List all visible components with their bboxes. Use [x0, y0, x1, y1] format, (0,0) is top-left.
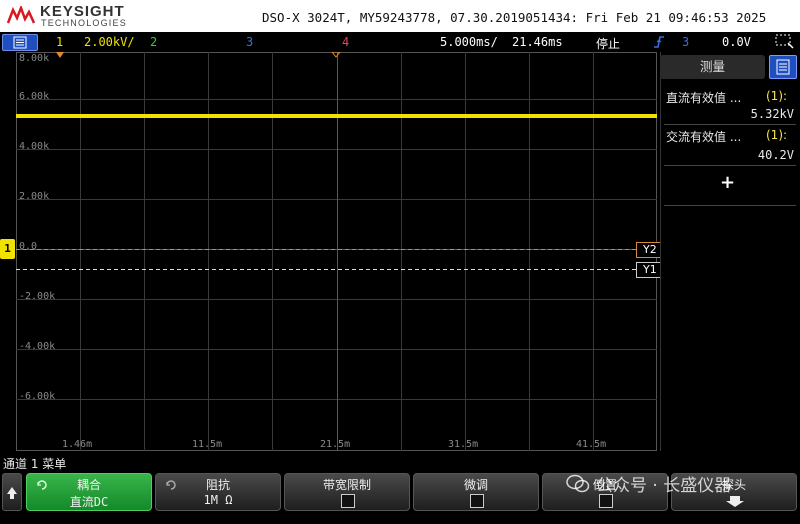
- watermark: 公众号 · 长盛仪器: [566, 471, 731, 496]
- x-tick-label: 11.5m: [192, 439, 223, 450]
- graticule: [16, 52, 657, 451]
- x-tick-label: 31.5m: [448, 439, 479, 450]
- status-bar: 1 2.00kV/ 2 3 4 5.000ms/ 21.46ms 停止 3 0.…: [0, 32, 800, 52]
- ch4-number[interactable]: 4: [342, 35, 349, 49]
- add-measurement-button[interactable]: +: [720, 172, 735, 193]
- up-arrow-icon: [7, 487, 17, 499]
- measurement-value: 40.2V: [757, 148, 794, 162]
- delay[interactable]: 21.46ms: [512, 35, 563, 49]
- y-tick-label: 4.00k: [19, 141, 50, 152]
- measurement-channel: (1):: [766, 128, 788, 142]
- timebase[interactable]: 5.000ms/: [440, 35, 498, 49]
- down-arrow-icon: [726, 496, 744, 507]
- wechat-icon: [566, 474, 590, 492]
- bw-limit-checkbox[interactable]: [341, 494, 355, 508]
- rising-edge-icon: [654, 36, 664, 48]
- divider: [664, 124, 796, 125]
- menu-icon: [13, 36, 27, 49]
- measurement-channel: (1):: [766, 89, 788, 103]
- y-tick-label: -6.00k: [19, 391, 56, 402]
- softkey-bw-limit[interactable]: 带宽限制: [284, 473, 410, 511]
- trigger-level[interactable]: 0.0V: [722, 35, 751, 49]
- measurement-value: 5.32kV: [750, 107, 794, 121]
- y-tick-label: 0.0: [19, 241, 38, 252]
- model-info: DSO-X 3024T, MY59243778, 07.30.201905143…: [262, 10, 767, 25]
- softkey-coupling[interactable]: 耦合 直流DC: [26, 473, 152, 511]
- brand-subtitle: TECHNOLOGIES: [41, 18, 127, 28]
- divider: [664, 165, 796, 166]
- trigger-position-icon: [56, 52, 64, 58]
- measurement-name[interactable]: 交流有效值 ...: [666, 128, 741, 145]
- x-tick-label: 21.5m: [320, 439, 351, 450]
- softkey-label: 耦合: [76, 478, 101, 492]
- ch1-scale[interactable]: 2.00kV/: [84, 35, 135, 49]
- y-tick-label: -4.00k: [19, 341, 56, 352]
- softkey-label: 微调: [463, 478, 488, 492]
- keysight-logo-icon: [7, 6, 35, 24]
- softkey-fine[interactable]: 微调: [413, 473, 539, 511]
- softkey-impedance[interactable]: 阻抗 1M Ω: [155, 473, 281, 511]
- acquisition-icon[interactable]: [774, 33, 796, 50]
- cursor-y1-tag[interactable]: Y1: [636, 261, 661, 278]
- measurement-name[interactable]: 直流有效值 ...: [666, 89, 741, 106]
- run-state[interactable]: 停止: [596, 35, 620, 52]
- trigger-source[interactable]: 3: [682, 35, 689, 49]
- measurement-panel-title[interactable]: 测量: [660, 55, 765, 79]
- menu-up-button[interactable]: [2, 473, 22, 511]
- y-tick-label: 2.00k: [19, 191, 50, 202]
- panel-toggle-button[interactable]: [769, 55, 797, 79]
- time-reference-icon: [331, 52, 341, 58]
- ch1-ground-marker[interactable]: 1: [0, 239, 15, 259]
- divider: [664, 205, 796, 206]
- ch1-trace: [16, 114, 657, 118]
- y-tick-label: -2.00k: [19, 291, 56, 302]
- ch3-number[interactable]: 3: [246, 35, 253, 49]
- main-menu-button[interactable]: [2, 34, 38, 51]
- y-tick-label: 8.00k: [19, 53, 50, 64]
- ch2-number[interactable]: 2: [150, 35, 157, 49]
- invert-checkbox[interactable]: [599, 494, 613, 508]
- ch1-number[interactable]: 1: [56, 35, 63, 49]
- watermark-text: 公众号 · 长盛仪器: [596, 476, 732, 496]
- softkey-label: 阻抗: [205, 478, 230, 492]
- x-tick-label: 1.46m: [62, 439, 93, 450]
- fine-checkbox[interactable]: [470, 494, 484, 508]
- y-tick-label: 6.00k: [19, 91, 50, 102]
- x-tick-label: 41.5m: [576, 439, 607, 450]
- list-icon: [776, 59, 790, 75]
- softkey-label: 带宽限制: [322, 478, 371, 492]
- softkey-value: 1M Ω: [203, 493, 233, 507]
- softkey-value: 直流DC: [69, 495, 109, 509]
- cursor-y2-tag[interactable]: Y2: [636, 241, 661, 258]
